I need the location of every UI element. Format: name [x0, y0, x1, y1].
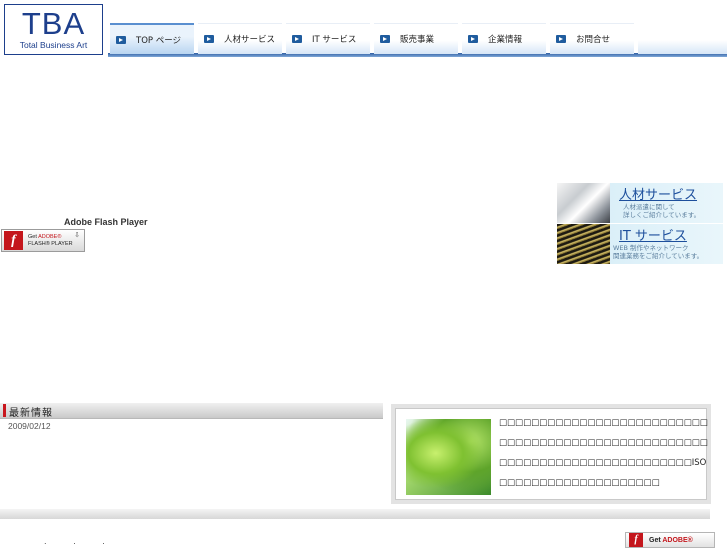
- news-header-accent: [3, 404, 6, 417]
- arrow-icon: [292, 35, 302, 43]
- banner-desc-line: 人材派遣に関して: [623, 203, 675, 211]
- info-text: □□□□□□□□□□□□□□□□□□□□□□□□□□□□□□□□□□□□□□□□…: [499, 418, 708, 488]
- nav-item-contact[interactable]: お問合せ: [550, 23, 634, 54]
- banner-desc-line: 関連業務をご紹介しています。: [613, 252, 704, 260]
- nav-label: 販売事業: [400, 35, 435, 45]
- banner-description: WEB 制作やネットワーク 関連業務をご紹介しています。: [613, 244, 703, 260]
- nav-item-sales[interactable]: 販売事業: [374, 23, 458, 54]
- get-label: Get: [649, 536, 663, 544]
- flash-badge-text: Get ADOBE® FLASH® PLAYER: [28, 234, 73, 248]
- get-adobe-label: Get ADOBE®: [649, 537, 693, 544]
- banner-title: 人材サービス: [619, 188, 698, 203]
- info-inner: □□□□□□□□□□□□□□□□□□□□□□□□□□□□□□□□□□□□□□□□…: [395, 408, 708, 500]
- nav-item-company[interactable]: 企業情報: [462, 23, 546, 54]
- flash-logo-icon: f: [4, 231, 23, 250]
- nav-filler: [638, 23, 727, 54]
- news-date: 2009/02/12: [8, 421, 51, 431]
- footer-divider: [0, 509, 710, 519]
- banner-title: IT サービス: [619, 229, 687, 244]
- adobe-label: ADOBE®: [662, 536, 693, 544]
- nav-label: IT サービス: [312, 35, 357, 45]
- flash-player-label: FLASH® PLAYER: [28, 240, 73, 247]
- news-heading: 最新情報: [9, 408, 53, 419]
- flash-player-title: Adobe Flash Player: [64, 217, 148, 227]
- nav-label: 企業情報: [488, 35, 523, 45]
- banner-desc-line: 詳しくご紹介しています。: [623, 211, 701, 219]
- banner-description: 人材派遣に関して 詳しくご紹介しています。: [623, 203, 700, 219]
- download-arrow-icon: ⇩: [74, 231, 80, 239]
- nav-item-it[interactable]: IT サービス: [286, 23, 370, 54]
- banner-staffing-service[interactable]: 人材サービス 人材派遣に関して 詳しくご紹介しています。: [557, 183, 723, 223]
- logo-mark: TBA: [21, 6, 86, 41]
- arrow-icon: [556, 35, 566, 43]
- info-box: □□□□□□□□□□□□□□□□□□□□□□□□□□□□□□□□□□□□□□□□…: [391, 404, 711, 504]
- adobe-label: ADOBE®: [38, 233, 62, 240]
- banner-it-service[interactable]: IT サービス WEB 制作やネットワーク 関連業務をご紹介しています。: [557, 224, 723, 264]
- nav-item-top[interactable]: TOP ページ: [110, 23, 194, 54]
- green-leaves-image: [406, 419, 491, 495]
- nav-label: TOP ページ: [136, 35, 182, 46]
- logo-subtitle: Total Business Art: [19, 40, 88, 50]
- keyboard-thumbnail: [557, 224, 610, 264]
- get-flash-player-button[interactable]: f Get ADOBE® FLASH® PLAYER ⇩: [1, 229, 85, 252]
- get-adobe-button[interactable]: f Get ADOBE®: [625, 532, 715, 548]
- flash-get-label: Get: [28, 233, 39, 240]
- arrow-icon: [204, 35, 214, 43]
- staffing-thumbnail: [557, 183, 610, 223]
- tba-logo[interactable]: TBA Total Business Art: [4, 4, 103, 55]
- nav-label: 人材サービス: [224, 35, 276, 45]
- nav-label: お問合せ: [576, 35, 611, 45]
- arrow-icon: [380, 35, 390, 43]
- arrow-icon: [468, 35, 478, 43]
- arrow-icon: [116, 35, 126, 44]
- nav-item-staffing[interactable]: 人材サービス: [198, 23, 282, 54]
- banner-desc-line: WEB 制作やネットワーク: [613, 244, 689, 252]
- news-header: 最新情報: [0, 403, 383, 419]
